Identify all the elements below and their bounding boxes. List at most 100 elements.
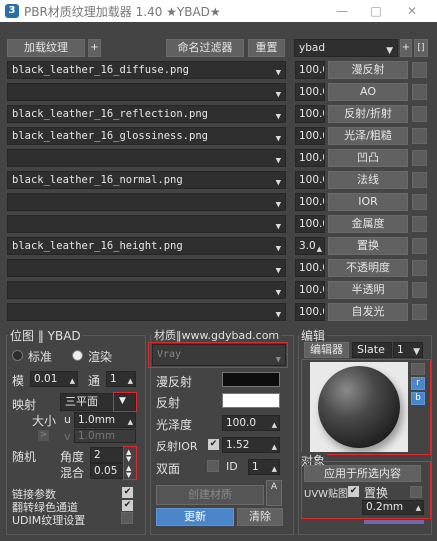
texture-amount-field[interactable]: 100.0 <box>295 149 325 167</box>
progress-bar <box>364 520 424 524</box>
minimize-button[interactable]: — <box>325 0 359 22</box>
texture-file-field[interactable]: ▼ <box>7 193 286 211</box>
gloss-field[interactable]: 100.0 ▲ <box>222 415 280 431</box>
channel-toggle[interactable] <box>412 128 427 144</box>
channel-button[interactable]: 漫反射 <box>328 61 408 79</box>
add-button[interactable]: + <box>88 39 101 57</box>
channel-button[interactable]: 法线 <box>328 171 408 189</box>
standard-radio[interactable] <box>12 350 23 361</box>
texture-amount-field[interactable]: 100.0 <box>295 215 325 233</box>
texture-file-field[interactable]: ▼ <box>7 215 286 233</box>
maximize-button[interactable]: □ <box>359 0 393 22</box>
r-button[interactable]: r <box>411 377 425 390</box>
name-filter-button[interactable]: 命名过滤器 <box>166 39 244 57</box>
blend-field[interactable]: 0.05 <box>90 463 124 479</box>
texture-amount-field[interactable]: 100.0 <box>295 127 325 145</box>
channel-toggle[interactable] <box>412 238 427 254</box>
channel-toggle[interactable] <box>412 150 427 166</box>
displacement-checkbox[interactable] <box>410 486 422 498</box>
channel-button[interactable]: 金属度 <box>328 215 408 233</box>
apply-selected-button[interactable]: 应用于所选内容 <box>304 465 421 482</box>
channel-field[interactable]: 1 ▲ <box>106 371 136 387</box>
channel-button[interactable]: 反射/折射 <box>328 105 408 123</box>
texture-file-field[interactable]: ▼ <box>7 259 286 277</box>
texture-amount-field[interactable]: 100.0 <box>295 281 325 299</box>
texture-amount-field[interactable]: 100.0 <box>295 171 325 189</box>
channel-toggle[interactable] <box>412 62 427 78</box>
channel-button[interactable]: AO <box>328 83 408 101</box>
channel-button[interactable]: IOR <box>328 193 408 211</box>
texture-file-name: black_leather_16_reflection.png <box>12 108 208 120</box>
twosided-checkbox[interactable] <box>207 460 219 472</box>
b-button[interactable]: b <box>411 392 425 405</box>
material-preview[interactable] <box>310 362 408 452</box>
channel-button[interactable]: 自发光 <box>328 303 408 321</box>
texture-amount-field[interactable]: 100.0 <box>295 83 325 101</box>
update-button[interactable]: 更新 <box>156 508 234 526</box>
texture-amount-field[interactable]: 100.0 <box>295 303 325 321</box>
channel-toggle[interactable] <box>412 216 427 232</box>
texture-amount-field[interactable]: 100.0 <box>295 61 325 79</box>
channel-toggle[interactable] <box>412 106 427 122</box>
auto-apply-toggle[interactable]: A <box>266 480 282 506</box>
id-field[interactable]: 1 ▲ <box>248 459 280 475</box>
reset-button[interactable]: 重置 <box>248 39 285 57</box>
channel-button[interactable]: 凹凸 <box>328 149 408 167</box>
u-field[interactable]: 1.0mm ▲ <box>74 412 136 428</box>
channel-toggle[interactable] <box>412 172 427 188</box>
texture-file-field[interactable]: ▼ <box>7 149 286 167</box>
channel-toggle[interactable] <box>412 282 427 298</box>
texture-file-field[interactable]: black_leather_16_diffuse.png ▼ <box>7 61 286 79</box>
preset-add-button[interactable]: + <box>400 39 412 57</box>
channel-button[interactable]: 半透明 <box>328 281 408 299</box>
texture-file-field[interactable]: ▼ <box>7 281 286 299</box>
blend-spinner-icon[interactable]: ▲ ▼ <box>126 465 131 479</box>
channel-button[interactable]: 光泽/粗糙 <box>328 127 408 145</box>
texture-file-field[interactable]: ▼ <box>7 83 286 101</box>
chevron-down-icon: ▼ <box>275 244 281 254</box>
reflect-color-swatch[interactable] <box>222 393 280 408</box>
lock-uv-checkbox[interactable]: > <box>38 430 49 441</box>
channel-toggle[interactable] <box>412 304 427 320</box>
mode-field[interactable]: 0.01 ▲ <box>30 371 78 387</box>
twosided-label: 双面 <box>156 462 181 476</box>
preset-dropdown[interactable]: ybad ▼ <box>294 39 398 57</box>
preset-options-button[interactable]: [] <box>414 39 428 57</box>
slate-dropdown[interactable]: Slate <box>352 342 392 358</box>
texture-file-field[interactable]: black_leather_16_reflection.png ▼ <box>7 105 286 123</box>
texture-file-field[interactable]: black_leather_16_glossiness.png ▼ <box>7 127 286 145</box>
uvw-checkbox[interactable]: ✔ <box>348 486 359 497</box>
chevron-down-icon[interactable]: ▼ <box>119 396 126 406</box>
v-field[interactable]: 1.0mm <box>74 429 136 443</box>
editor-button[interactable]: 编辑器 <box>304 342 349 358</box>
texture-amount-field[interactable]: 100.0 <box>295 105 325 123</box>
close-button[interactable]: ✕ <box>395 0 429 22</box>
channel-toggle[interactable] <box>412 84 427 100</box>
angle-label: 角度 <box>60 450 85 464</box>
displacement-field[interactable]: 0.2mm ▲ <box>362 500 424 515</box>
load-textures-button[interactable]: 加载纹理 <box>7 39 85 57</box>
clear-button[interactable]: 清除 <box>237 508 283 526</box>
render-radio[interactable] <box>72 350 83 361</box>
channel-button[interactable]: 不透明度 <box>328 259 408 277</box>
texture-amount-field[interactable]: 100.0 <box>295 259 325 277</box>
diffuse-color-swatch[interactable] <box>222 372 280 387</box>
flip-green-checkbox[interactable]: ✔ <box>122 500 133 511</box>
udim-button[interactable] <box>121 512 133 524</box>
angle-spinner-icon[interactable]: ▲ ▼ <box>126 449 131 463</box>
ior-field[interactable]: 1.52 ▲ <box>222 437 280 453</box>
channel-toggle[interactable] <box>412 260 427 276</box>
preview-option-button[interactable] <box>411 363 425 375</box>
ior-checkbox[interactable]: ✔ <box>208 439 219 450</box>
angle-field[interactable]: 2 <box>90 447 124 463</box>
channel-toggle[interactable] <box>412 194 427 210</box>
channel-button[interactable]: 置换 <box>328 237 408 255</box>
texture-file-field[interactable]: black_leather_16_height.png ▼ <box>7 237 286 255</box>
create-material-button[interactable]: 创建材质 <box>156 485 264 505</box>
texture-amount-field[interactable]: 3.0 ▲ <box>295 237 325 255</box>
texture-amount-field[interactable]: 100.0 <box>295 193 325 211</box>
texture-file-field[interactable]: ▼ <box>7 303 286 321</box>
slate-index-field[interactable]: 1 ▼ <box>393 342 423 358</box>
link-params-checkbox[interactable]: ✔ <box>122 487 133 498</box>
texture-file-field[interactable]: black_leather_16_normal.png ▼ <box>7 171 286 189</box>
